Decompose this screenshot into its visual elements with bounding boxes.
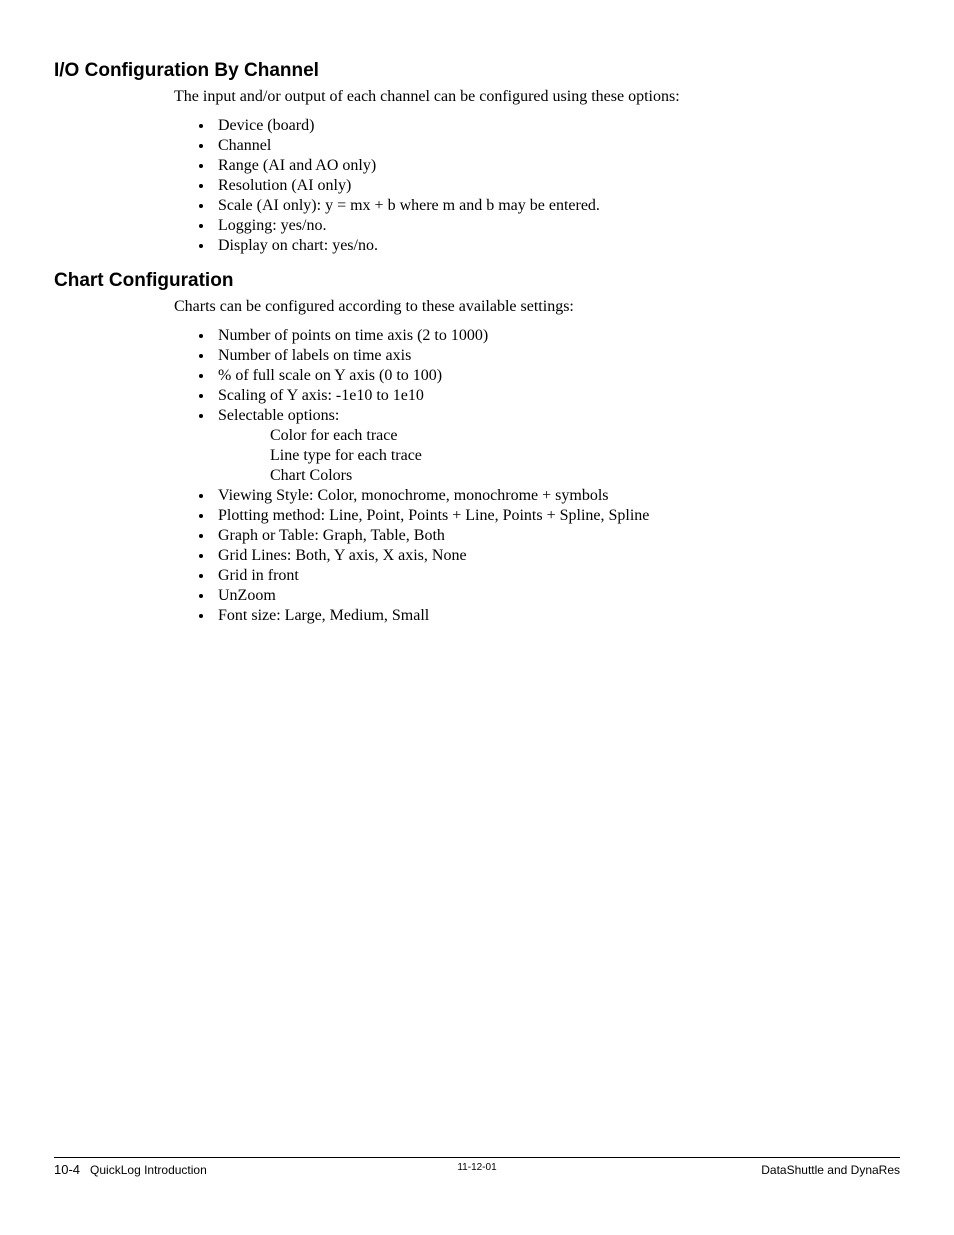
list-item: Number of points on time axis (2 to 1000… — [214, 326, 900, 346]
list-item: Device (board) — [214, 116, 900, 136]
list-item: Logging: yes/no. — [214, 216, 900, 236]
list-item: Display on chart: yes/no. — [214, 236, 900, 256]
list-item: Grid in front — [214, 566, 900, 586]
sub-list-item: Color for each trace — [270, 426, 900, 446]
list-item: Range (AI and AO only) — [214, 156, 900, 176]
sub-list-item: Line type for each trace — [270, 446, 900, 466]
heading-io-config: I/O Configuration By Channel — [54, 60, 900, 82]
list-item: % of full scale on Y axis (0 to 100) — [214, 366, 900, 386]
list-item: Scale (AI only): y = mx + b where m and … — [214, 196, 900, 216]
list-chart-config: Number of points on time axis (2 to 1000… — [174, 326, 900, 626]
list-item: Resolution (AI only) — [214, 176, 900, 196]
footer-right: DataShuttle and DynaRes — [761, 1163, 900, 1177]
list-item: Plotting method: Line, Point, Points + L… — [214, 506, 900, 526]
sub-list-item: Chart Colors — [270, 466, 900, 486]
list-io-config: Device (board) Channel Range (AI and AO … — [174, 116, 900, 256]
page-footer: 10-4 QuickLog Introduction 11-12-01 Data… — [54, 1157, 900, 1177]
list-item: UnZoom — [214, 586, 900, 606]
intro-io-config: The input and/or output of each channel … — [174, 88, 900, 106]
heading-chart-config: Chart Configuration — [54, 270, 900, 292]
list-item: Graph or Table: Graph, Table, Both — [214, 526, 900, 546]
list-item: Font size: Large, Medium, Small — [214, 606, 900, 626]
page-body: I/O Configuration By Channel The input a… — [0, 0, 954, 626]
list-item-label: Selectable options: — [218, 407, 339, 424]
list-item: Number of labels on time axis — [214, 346, 900, 366]
footer-center: 11-12-01 — [457, 1162, 496, 1173]
sub-list: Color for each trace Line type for each … — [270, 426, 900, 486]
list-item: Scaling of Y axis: -1e10 to 1e10 — [214, 386, 900, 406]
list-item: Viewing Style: Color, monochrome, monoch… — [214, 486, 900, 506]
list-item: Channel — [214, 136, 900, 156]
footer-left: 10-4 QuickLog Introduction — [54, 1162, 207, 1177]
list-item: Selectable options: Color for each trace… — [214, 406, 900, 486]
footer-left-text: QuickLog Introduction — [90, 1163, 207, 1177]
list-item: Grid Lines: Both, Y axis, X axis, None — [214, 546, 900, 566]
intro-chart-config: Charts can be configured according to th… — [174, 298, 900, 316]
footer-page-number: 10-4 — [54, 1162, 80, 1177]
